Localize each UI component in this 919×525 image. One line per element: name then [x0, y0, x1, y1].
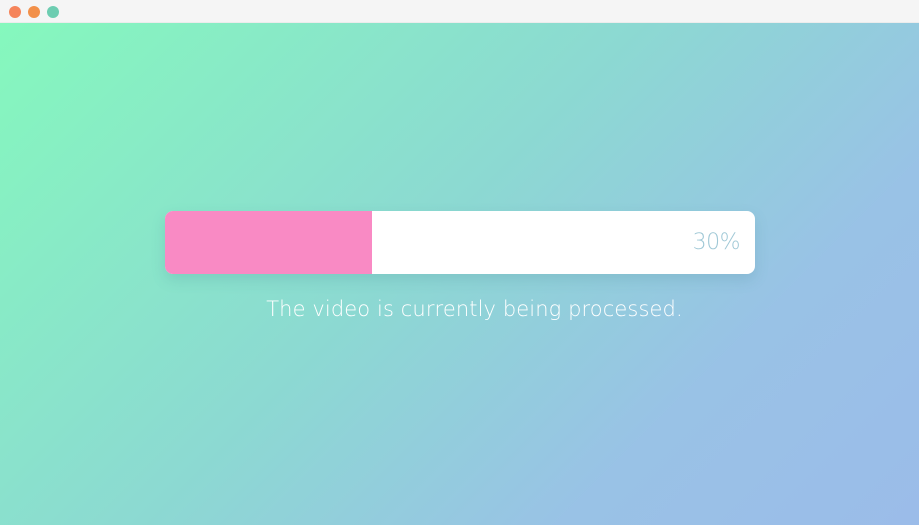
progress-bar: 30% — [165, 211, 755, 274]
maximize-window-button[interactable] — [47, 6, 59, 18]
close-window-button[interactable] — [9, 6, 21, 18]
status-message: The video is currently being processed. — [266, 297, 683, 321]
content-area: 30% The video is currently being process… — [0, 23, 919, 525]
app-window: 30% The video is currently being process… — [0, 0, 919, 525]
title-bar — [0, 0, 919, 23]
progress-percentage-label: 30% — [692, 230, 741, 255]
minimize-window-button[interactable] — [28, 6, 40, 18]
progress-bar-fill — [165, 211, 372, 274]
